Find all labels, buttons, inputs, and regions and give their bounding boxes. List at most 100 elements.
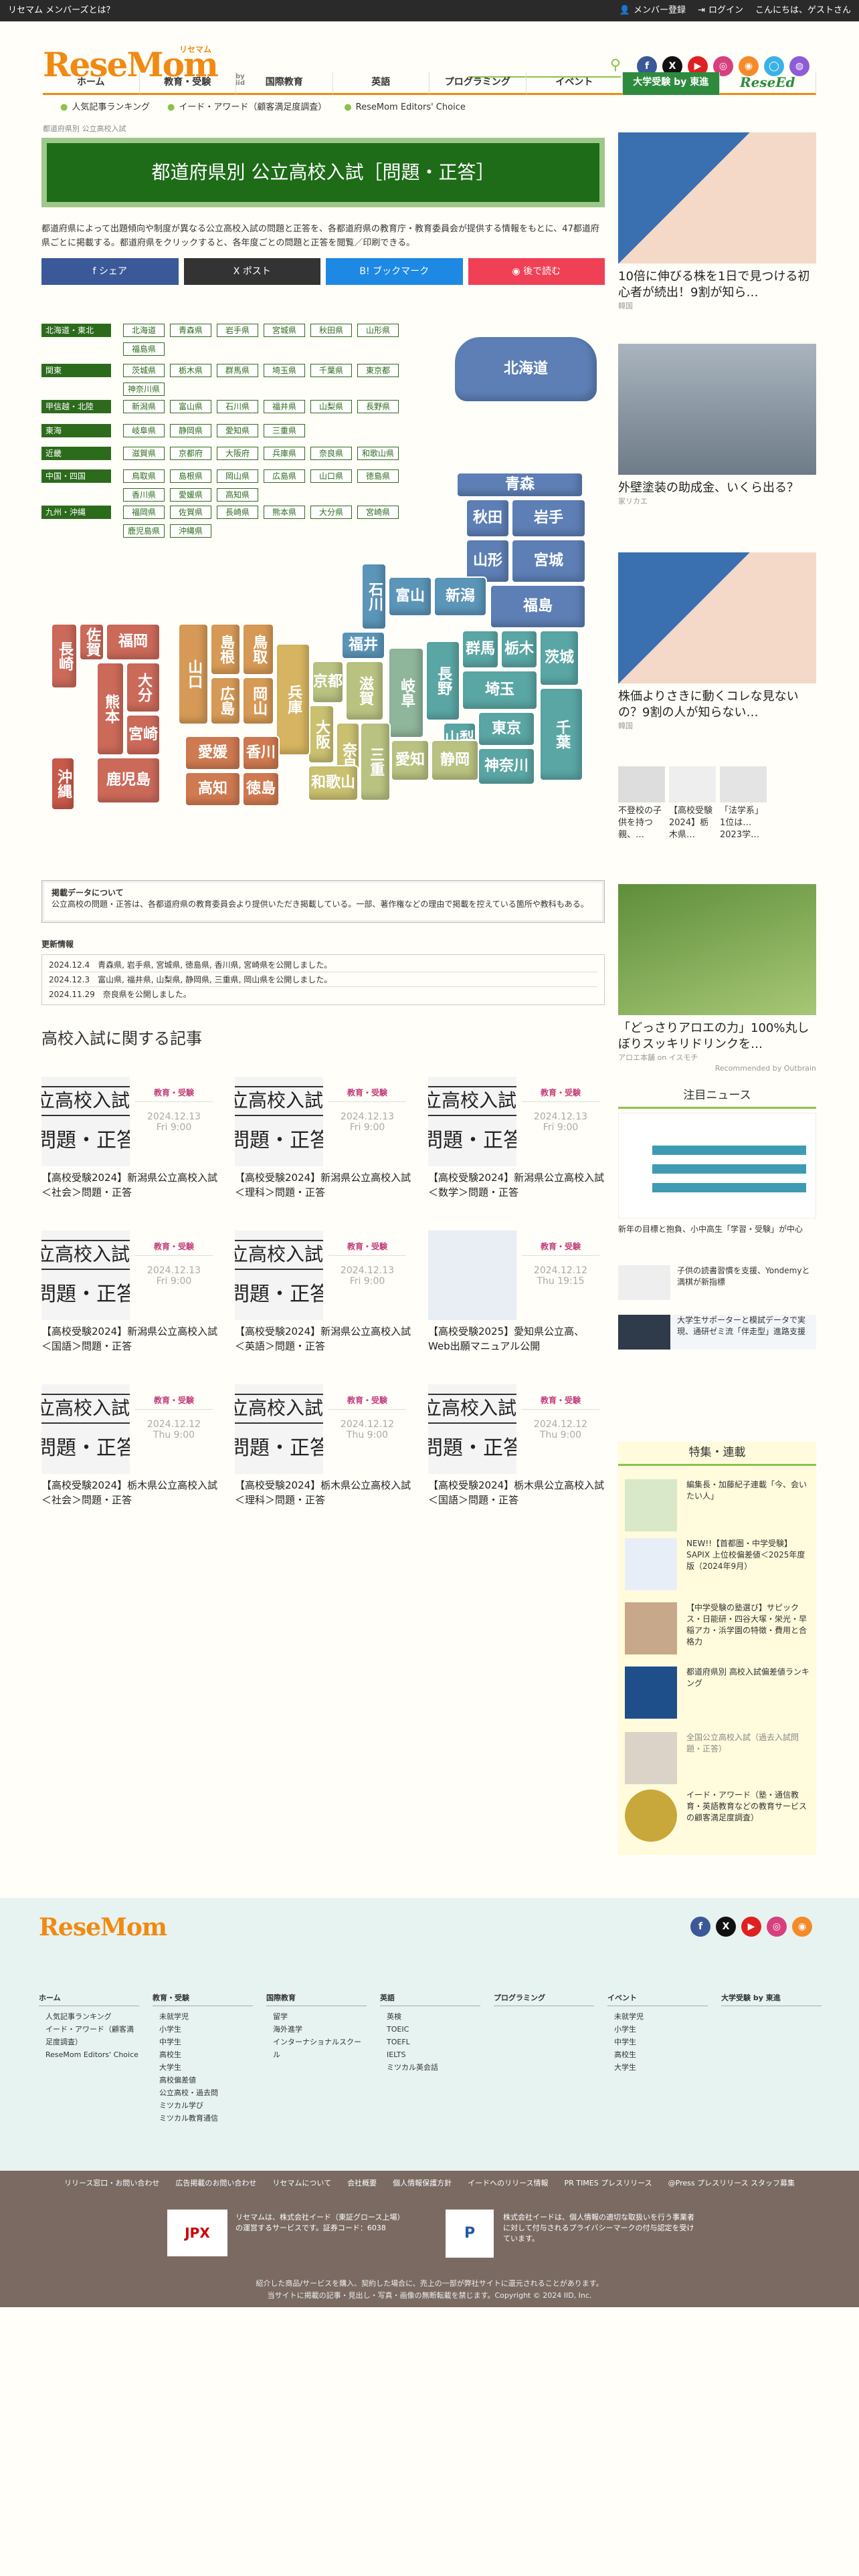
article-category[interactable]: 教育・受験 — [522, 1241, 599, 1257]
footer-column-heading[interactable]: 大学受験 by 東進 — [721, 1992, 822, 2006]
footer-column-heading[interactable]: プログラミング — [494, 1992, 594, 2006]
map-prefecture[interactable]: 青森 — [456, 472, 583, 498]
article-title[interactable]: 【高校受験2024】新潟県公立高校入試＜社会＞問題・正答 — [41, 1170, 218, 1200]
footer-link[interactable]: 人気記事ランキング — [39, 2010, 139, 2023]
footer-link[interactable]: 中学生 — [607, 2036, 708, 2048]
sidebar-ad[interactable]: 外壁塗装の助成金、いくら出る？ 家リカエ — [618, 344, 816, 507]
footer-link[interactable]: 中学生 — [153, 2036, 253, 2048]
article-card[interactable]: 教育・受験 2024.12.12 Thu 19:15 【高校受験2025】愛知県公立高… — [428, 1230, 605, 1374]
ad-image[interactable] — [618, 552, 816, 683]
nav-education[interactable]: 教育・受験 — [139, 72, 236, 95]
article-thumbnail[interactable]: 立高校入試 問題・正答 — [235, 1077, 323, 1166]
rss-icon[interactable]: ◉ — [792, 1917, 812, 1937]
map-prefecture[interactable]: 静岡 — [431, 740, 479, 781]
youtube-icon[interactable]: ▶ — [741, 1917, 761, 1937]
footer-bottom-link[interactable]: リリース窓口・お問い合わせ — [64, 2178, 159, 2189]
map-prefecture[interactable]: 京都 — [312, 661, 344, 704]
article-thumbnail[interactable]: 立高校入試 問題・正答 — [428, 1077, 516, 1166]
footer-column-heading[interactable]: ホーム — [39, 1992, 139, 2006]
sidebar-ad[interactable]: 株価よりさきに動くコレな見ないの？9割の人が知らない… 韓国 — [618, 552, 816, 732]
ad-title[interactable]: 10倍に伸びる株を1日で見つける初心者が続出！9割が知ら… — [618, 269, 816, 301]
footer-bottom-link[interactable]: 広告掲載のお問い合わせ — [175, 2178, 256, 2189]
feature-item[interactable]: イード・アワード（塾・通信教育・英語教育などの教育サービスの顧客満足度調査） — [625, 1790, 812, 1842]
map-prefecture[interactable]: 三重 — [360, 722, 391, 801]
sidebar-ad[interactable]: 10倍に伸びる株を1日で見つける初心者が続出！9割が知ら… 韓国 — [618, 132, 816, 312]
map-prefecture[interactable]: 鳥取 — [242, 623, 274, 675]
ad-image[interactable] — [618, 132, 816, 263]
map-prefecture[interactable]: 群馬 — [462, 630, 499, 669]
map-prefecture[interactable]: 熊本 — [96, 662, 124, 756]
article-category[interactable]: 教育・受験 — [522, 1395, 599, 1410]
feature-item[interactable]: 【中学受験の塾選び】サピックス・日能研・四谷大塚・栄光・早稲アカ・浜学園の特徴・… — [625, 1602, 812, 1654]
footer-link[interactable]: イード・アワード（顧客満足度調査） — [39, 2023, 139, 2048]
article-category[interactable]: 教育・受験 — [328, 1241, 406, 1257]
member-register-link[interactable]: 👤 メンバー登録 — [619, 5, 686, 17]
footer-link[interactable]: 高校偏差値 — [153, 2074, 253, 2086]
footer-link[interactable]: 未就学児 — [607, 2010, 708, 2023]
feature-title[interactable]: 【中学受験の塾選び】サピックス・日能研・四谷大塚・栄光・早稲アカ・浜学園の特徴・… — [686, 1602, 812, 1654]
footer-link[interactable]: 未就学児 — [153, 2010, 253, 2023]
login-link[interactable]: ⇥ ログイン — [698, 5, 743, 17]
nav-toshin[interactable]: 大学受験 by 東進 — [623, 72, 720, 95]
instagram-icon[interactable]: ◎ — [767, 1917, 787, 1937]
sidebar-ad[interactable]: 「どっさりアロエの力」100%丸しぼりスッキリドリンクを… アロエ本舗 on イ… — [618, 884, 816, 1074]
article-category[interactable]: 教育・受験 — [135, 1087, 213, 1103]
footer-link[interactable]: 小学生 — [153, 2023, 253, 2036]
small-ad-title[interactable]: 【高校受験2024】栃木県… — [669, 805, 716, 841]
footer-bottom-link[interactable]: リセマムについて — [272, 2178, 331, 2189]
nav-international[interactable]: 国際教育 — [236, 72, 333, 95]
article-thumbnail[interactable]: 立高校入試 問題・正答 — [235, 1230, 323, 1320]
footer-link[interactable]: ReseMom Editors' Choice — [39, 2048, 139, 2061]
map-prefecture[interactable]: 沖縄 — [51, 757, 75, 811]
nav-event[interactable]: イベント — [526, 72, 623, 95]
article-title[interactable]: 【高校受験2024】栃木県公立高校入試＜社会＞問題・正答 — [41, 1478, 218, 1507]
share-pocket-button[interactable]: ◉ 後で読む — [468, 258, 605, 285]
news-image[interactable] — [618, 1315, 670, 1350]
news-item[interactable]: 大学生サポーターと模試データで実現、通研ゼミ流「伴走型」進路支援 — [618, 1315, 816, 1350]
feature-item[interactable]: 都道府県別 高校入試偏差値ランキング — [625, 1667, 812, 1719]
small-ad-title[interactable]: 不登校の子供を持つ親、… — [618, 805, 665, 841]
news-image[interactable] — [618, 1265, 670, 1300]
map-prefecture[interactable]: 宮城 — [511, 539, 586, 583]
feature-image[interactable] — [625, 1732, 677, 1784]
map-prefecture[interactable]: 宮崎 — [126, 714, 161, 756]
map-prefecture[interactable]: 滋賀 — [345, 661, 384, 721]
subnav-award[interactable]: イード・アワード（顧客満足度調査） — [167, 102, 326, 114]
news-title[interactable]: 大学生サポーターと模試データで実現、通研ゼミ流「伴走型」進路支援 — [677, 1315, 816, 1350]
subnav-ranking[interactable]: 人気記事ランキング — [60, 102, 150, 114]
map-prefecture[interactable]: 佐賀 — [79, 623, 104, 661]
ad-title[interactable]: 「どっさりアロエの力」100%丸しぼりスッキリドリンクを… — [618, 1021, 816, 1053]
map-prefecture[interactable]: 福岡 — [106, 623, 161, 661]
footer-link[interactable]: 大学生 — [153, 2061, 253, 2074]
article-title[interactable]: 【高校受験2024】新潟県公立高校入試＜数学＞問題・正答 — [428, 1170, 605, 1200]
feature-image[interactable] — [625, 1602, 677, 1654]
map-prefecture[interactable]: 石川 — [361, 563, 387, 630]
outbrain-label[interactable]: Recommended by Outbrain — [618, 1063, 816, 1074]
small-ad[interactable]: 「法学系」1位は…2023学… — [720, 766, 767, 841]
article-thumbnail[interactable]: 立高校入試 問題・正答 — [41, 1077, 130, 1166]
breadcrumb[interactable]: 都道府県別 公立高校入試 — [43, 124, 126, 134]
ad-title[interactable]: 外壁塗装の助成金、いくら出る？ — [618, 480, 816, 496]
feature-item[interactable]: 編集長・加藤紀子連載「今、会いたい人」 — [625, 1479, 812, 1531]
map-prefecture[interactable]: 和歌山 — [308, 765, 359, 801]
map-prefecture[interactable]: 神奈川 — [478, 748, 535, 785]
map-prefecture[interactable]: 鹿児島 — [96, 757, 161, 804]
article-card[interactable]: 立高校入試 問題・正答 教育・受験 2024.12.13 Fri 9:00 【高校受験20… — [41, 1077, 218, 1220]
map-prefecture[interactable]: 秋田 — [466, 499, 510, 538]
article-title[interactable]: 【高校受験2025】愛知県公立高、Web出願マニュアル公開 — [428, 1324, 605, 1354]
article-title[interactable]: 【高校受験2024】新潟県公立高校入試＜理科＞問題・正答 — [235, 1170, 411, 1200]
article-card[interactable]: 立高校入試 問題・正答 教育・受験 2024.12.13 Fri 9:00 【高校受験20… — [235, 1230, 411, 1374]
members-link[interactable]: リセマム メンバーズとは？ — [8, 5, 114, 17]
map-prefecture[interactable]: 愛媛 — [185, 736, 241, 770]
small-ad-title[interactable]: 「法学系」1位は…2023学… — [720, 805, 767, 841]
feature-title[interactable]: 編集長・加藤紀子連載「今、会いたい人」 — [686, 1479, 812, 1531]
footer-column-heading[interactable]: 国際教育 — [266, 1992, 367, 2006]
article-thumbnail[interactable] — [428, 1230, 516, 1320]
share-hatena-button[interactable]: B! ブックマーク — [326, 258, 463, 285]
map-prefecture[interactable]: 福井 — [341, 631, 385, 659]
map-prefecture[interactable]: 千葉 — [539, 687, 583, 781]
map-prefecture[interactable]: 大分 — [126, 662, 161, 713]
map-prefecture[interactable]: 岩手 — [511, 499, 586, 538]
small-ad[interactable]: 【高校受験2024】栃木県… — [669, 766, 716, 841]
article-card[interactable]: 立高校入試 問題・正答 教育・受験 2024.12.12 Thu 9:00 【高校受験20… — [41, 1384, 218, 1527]
